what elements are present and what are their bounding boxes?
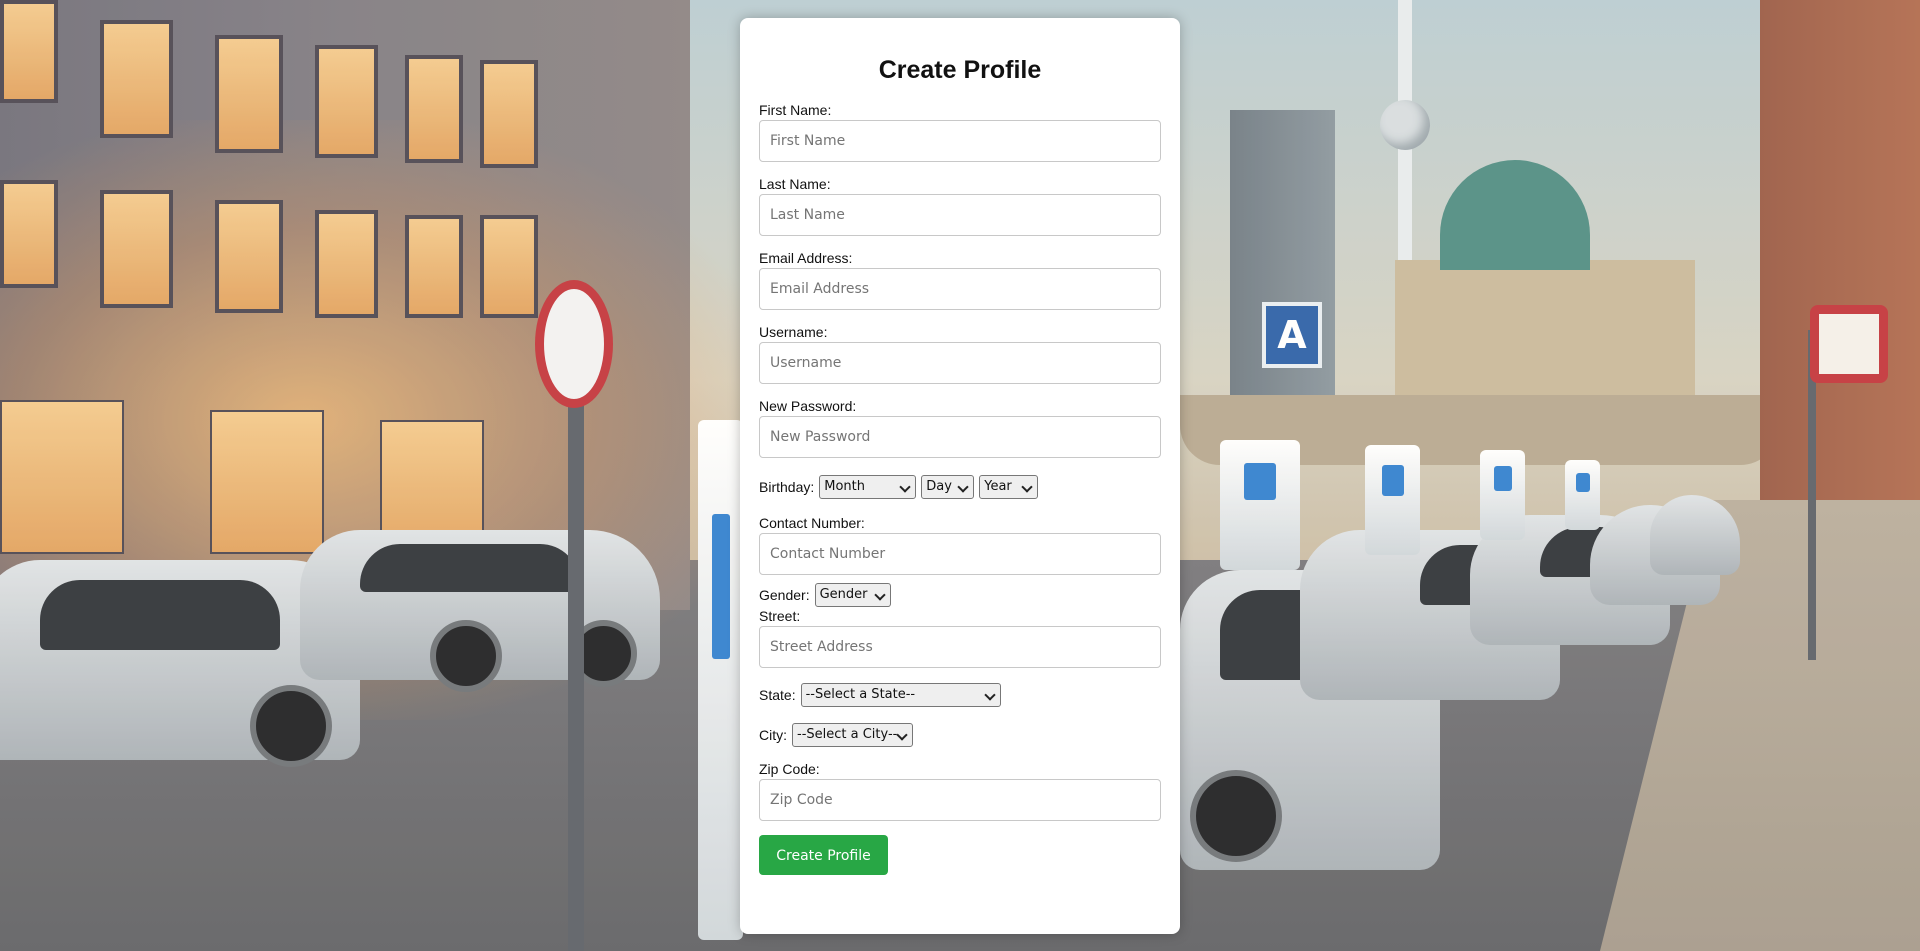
chevron-down-icon	[896, 729, 908, 741]
birthday-year-value: Year	[984, 479, 1012, 494]
chevron-down-icon	[1021, 481, 1033, 493]
zip-code-input[interactable]	[759, 779, 1161, 821]
city-label: City:	[759, 727, 787, 743]
new-password-label: New Password:	[759, 398, 857, 414]
street-address-input[interactable]	[759, 626, 1161, 668]
gender-label: Gender:	[759, 587, 810, 603]
chevron-down-icon	[873, 589, 886, 601]
email-label: Email Address:	[759, 250, 853, 266]
zip-code-label: Zip Code:	[759, 761, 820, 777]
last-name-label: Last Name:	[759, 176, 831, 192]
birthday-month-select[interactable]: Month	[819, 475, 917, 499]
gender-select[interactable]: Gender	[814, 583, 891, 607]
city-value: --Select a City--	[797, 727, 898, 742]
birthday-year-select[interactable]: Year	[979, 475, 1039, 499]
new-password-input[interactable]	[759, 416, 1161, 458]
birthday-label: Birthday:	[759, 479, 815, 495]
birthday-month-value: Month	[824, 479, 865, 494]
first-name-input[interactable]	[759, 120, 1161, 162]
state-label: State:	[759, 687, 796, 703]
contact-number-label: Contact Number:	[759, 515, 865, 531]
state-value: --Select a State--	[805, 687, 916, 702]
birthday-day-select[interactable]: Day	[921, 475, 975, 499]
chevron-down-icon	[957, 481, 969, 493]
contact-number-input[interactable]	[759, 533, 1161, 575]
city-select[interactable]: --Select a City--	[792, 723, 913, 747]
gender-value: Gender	[819, 587, 868, 602]
username-label: Username:	[759, 324, 828, 340]
create-profile-card: Create Profile First Name: Last Name: Em…	[740, 18, 1180, 934]
first-name-label: First Name:	[759, 102, 832, 118]
email-input[interactable]	[759, 268, 1161, 310]
street-label: Street:	[759, 608, 801, 624]
chevron-down-icon	[899, 481, 911, 493]
last-name-input[interactable]	[759, 194, 1161, 236]
state-select[interactable]: --Select a State--	[800, 683, 1001, 707]
birthday-day-value: Day	[926, 479, 952, 494]
chevron-down-icon	[983, 689, 996, 701]
username-input[interactable]	[759, 342, 1161, 384]
create-profile-button[interactable]: Create Profile	[759, 835, 888, 875]
page-title: Create Profile	[878, 56, 1042, 84]
